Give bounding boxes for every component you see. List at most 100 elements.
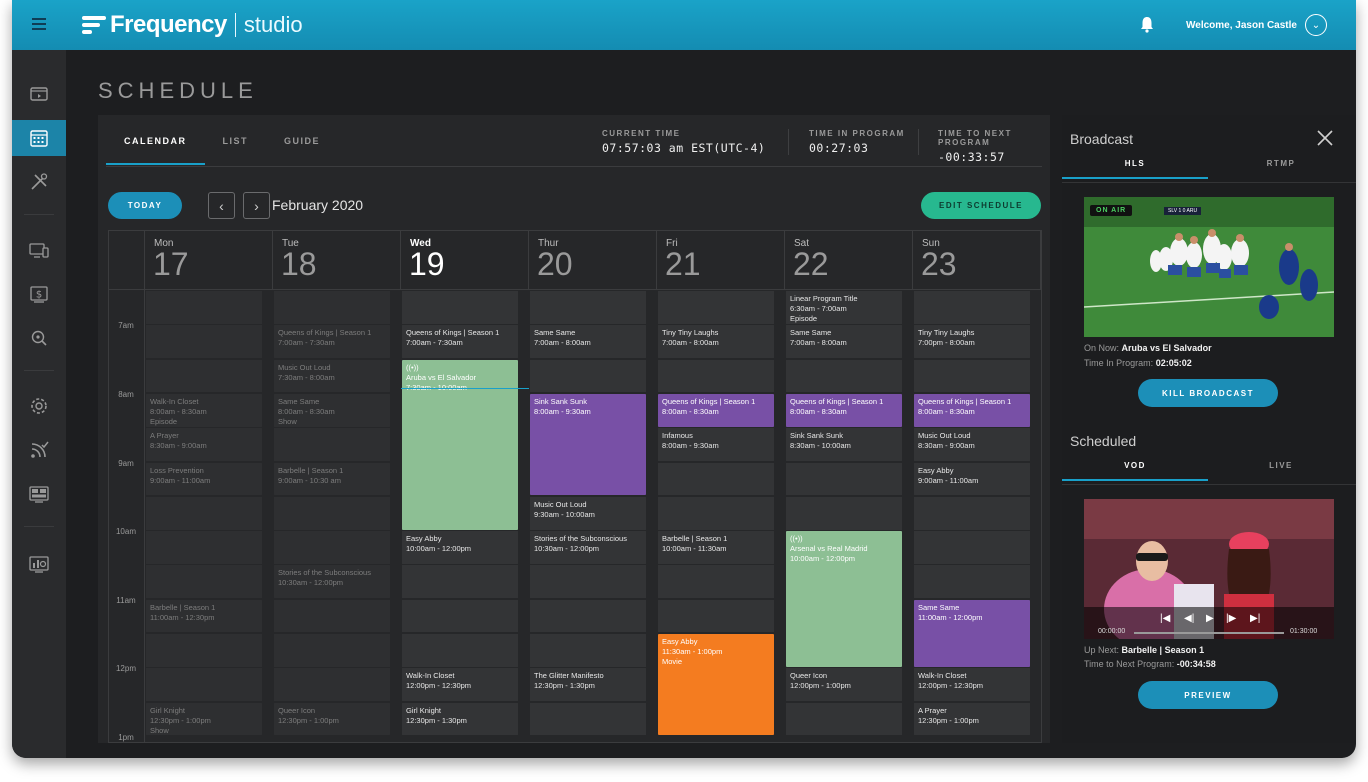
- tab-calendar[interactable]: CALENDAR: [106, 115, 205, 165]
- play-icon[interactable]: ▶: [1206, 613, 1214, 624]
- time-slot[interactable]: [402, 565, 518, 599]
- progress-bar[interactable]: [1134, 632, 1284, 634]
- sidebar-item-devices[interactable]: [12, 232, 66, 268]
- time-slot[interactable]: [530, 599, 646, 633]
- live-preview-video[interactable]: ON AIR SLV 1 0 ARU: [1084, 197, 1334, 337]
- schedule-event[interactable]: Walk-In Closet 12:00pm - 12:30pm: [914, 668, 1030, 702]
- time-slot[interactable]: [274, 428, 390, 461]
- tab-guide[interactable]: GUIDE: [266, 115, 338, 165]
- tab-live[interactable]: LIVE: [1208, 461, 1354, 481]
- time-slot[interactable]: [146, 531, 262, 564]
- sidebar-item-monetization[interactable]: $: [12, 276, 66, 312]
- sidebar-item-calendar[interactable]: [12, 120, 66, 156]
- time-slot[interactable]: [146, 325, 262, 359]
- schedule-event[interactable]: Easy Abby 11:30am - 1:00pm Movie: [658, 634, 774, 736]
- time-slot[interactable]: [530, 702, 646, 736]
- prev-week-button[interactable]: ‹: [208, 192, 235, 219]
- time-slot[interactable]: [146, 359, 262, 393]
- schedule-event[interactable]: Sink Sank Sunk 8:30am - 10:00am: [786, 428, 902, 461]
- schedule-event[interactable]: Same Same 7:00am - 8:00am: [530, 325, 646, 359]
- time-slot[interactable]: [146, 565, 262, 599]
- schedule-event[interactable]: Queer Icon 12:00pm - 1:00pm: [786, 668, 902, 702]
- time-slot[interactable]: [914, 496, 1030, 530]
- vod-preview-video[interactable]: |◀ ◀| ▶ |▶ ▶| 00:00:00 01:30:00: [1084, 499, 1334, 639]
- time-slot[interactable]: [914, 565, 1030, 599]
- time-slot[interactable]: [658, 291, 774, 324]
- time-slot[interactable]: [658, 496, 774, 530]
- time-slot[interactable]: [274, 531, 390, 564]
- schedule-event[interactable]: Girl Knight 12:30pm - 1:30pm: [402, 702, 518, 736]
- schedule-event[interactable]: Barbelle | Season 1 10:00am - 11:30am: [658, 531, 774, 564]
- sidebar-item-settings[interactable]: [12, 388, 66, 424]
- schedule-event[interactable]: ((•))Aruba vs El Salvador7:30am - 10:00a…: [402, 359, 518, 530]
- kill-broadcast-button[interactable]: KILL BROADCAST: [1138, 379, 1278, 407]
- schedule-event[interactable]: Linear Program Title 6:30am - 7:00am Episo…: [786, 291, 902, 324]
- sidebar-item-reports[interactable]: [12, 546, 66, 582]
- schedule-event[interactable]: Same Same 7:00am - 8:00am: [786, 325, 902, 359]
- sidebar-item-feeds[interactable]: [12, 432, 66, 468]
- time-slot[interactable]: [914, 531, 1030, 564]
- time-slot[interactable]: [146, 634, 262, 667]
- sidebar-item-tools[interactable]: [12, 164, 66, 200]
- time-slot[interactable]: [786, 496, 902, 530]
- time-slot[interactable]: [530, 359, 646, 393]
- sidebar-item-layouts[interactable]: [12, 476, 66, 512]
- time-slot[interactable]: [146, 668, 262, 702]
- tab-hls[interactable]: HLS: [1062, 159, 1208, 179]
- step-forward-icon[interactable]: |▶: [1226, 613, 1236, 624]
- tab-rtmp[interactable]: RTMP: [1208, 159, 1354, 179]
- schedule-event[interactable]: Tiny Tiny Laughs 7:00pm - 8:00am: [914, 325, 1030, 359]
- schedule-event[interactable]: Queens of Kings | Season 1 8:00am - 8:30a…: [914, 393, 1030, 427]
- schedule-event[interactable]: Tiny Tiny Laughs 7:00am - 8:00am: [658, 325, 774, 359]
- menu-icon[interactable]: [32, 18, 46, 30]
- schedule-event[interactable]: Queens of Kings | Season 1 8:00am - 8:30a…: [786, 393, 902, 427]
- schedule-event[interactable]: Sink Sank Sunk 8:00am - 9:30am: [530, 393, 646, 496]
- today-button[interactable]: TODAY: [108, 192, 182, 219]
- time-slot[interactable]: [274, 291, 390, 324]
- schedule-event[interactable]: Queer Icon 12:30pm - 1:00pm: [274, 702, 390, 736]
- schedule-event[interactable]: A Prayer 8:30am - 9:00am: [146, 428, 262, 461]
- time-slot[interactable]: [146, 291, 262, 324]
- time-slot[interactable]: [402, 599, 518, 633]
- skip-forward-icon[interactable]: ▶|: [1250, 613, 1260, 624]
- schedule-event[interactable]: Same Same 11:00am - 12:00pm: [914, 599, 1030, 667]
- time-slot[interactable]: [658, 599, 774, 633]
- schedule-event[interactable]: A Prayer 12:30pm - 1:00pm: [914, 702, 1030, 736]
- schedule-event[interactable]: Girl Knight 12:30pm - 1:00pm Show: [146, 702, 262, 736]
- time-slot[interactable]: [274, 496, 390, 530]
- schedule-event[interactable]: Music Out Loud 8:30am - 9:00am: [914, 428, 1030, 461]
- edit-schedule-button[interactable]: EDIT SCHEDULE: [921, 192, 1041, 219]
- schedule-event[interactable]: Barbelle | Season 1 11:00am - 12:30pm: [146, 599, 262, 633]
- time-slot[interactable]: [914, 291, 1030, 324]
- schedule-event[interactable]: Stories of the Subconscious 10:30am - 12:…: [530, 531, 646, 564]
- schedule-event[interactable]: Easy Abby 10:00am - 12:00pm: [402, 531, 518, 564]
- time-slot[interactable]: [146, 496, 262, 530]
- time-slot[interactable]: [658, 359, 774, 393]
- user-menu-chevron-icon[interactable]: ⌄: [1305, 14, 1327, 36]
- time-slot[interactable]: [274, 599, 390, 633]
- time-slot[interactable]: [658, 462, 774, 496]
- next-week-button[interactable]: ›: [243, 192, 270, 219]
- schedule-event[interactable]: Queens of Kings | Season 1 8:00am - 8:30a…: [658, 393, 774, 427]
- schedule-event[interactable]: Easy Abby 9:00am - 11:00am: [914, 462, 1030, 496]
- schedule-event[interactable]: ((•)) Arsenal vs Real Madrid 10:00am - 12:…: [786, 531, 902, 667]
- schedule-event[interactable]: Queens of Kings | Season 1 7:00am - 7:30a…: [402, 325, 518, 359]
- time-slot[interactable]: [658, 565, 774, 599]
- time-slot[interactable]: [274, 668, 390, 702]
- time-slot[interactable]: [530, 291, 646, 324]
- schedule-event[interactable]: Barbelle | Season 1 9:00am - 10:30 am: [274, 462, 390, 496]
- time-slot[interactable]: [274, 634, 390, 667]
- time-slot[interactable]: [402, 634, 518, 667]
- schedule-event[interactable]: The Glitter Manifesto 12:30pm - 1:30pm: [530, 668, 646, 702]
- schedule-event[interactable]: Queens of Kings | Season 1 7:00am - 7:30a…: [274, 325, 390, 359]
- time-slot[interactable]: [786, 359, 902, 393]
- step-back-icon[interactable]: ◀|: [1184, 613, 1194, 624]
- schedule-event[interactable]: Stories of the Subconscious 10:30am - 12:…: [274, 565, 390, 599]
- time-slot[interactable]: [530, 634, 646, 667]
- time-slot[interactable]: [914, 359, 1030, 393]
- preview-button[interactable]: PREVIEW: [1138, 681, 1278, 709]
- tab-list[interactable]: LIST: [205, 115, 267, 165]
- schedule-event[interactable]: Music Out Loud 7:30am - 8:00am: [274, 359, 390, 393]
- tab-vod[interactable]: VOD: [1062, 461, 1208, 481]
- schedule-event[interactable]: Music Out Loud 9:30am - 10:00am: [530, 496, 646, 530]
